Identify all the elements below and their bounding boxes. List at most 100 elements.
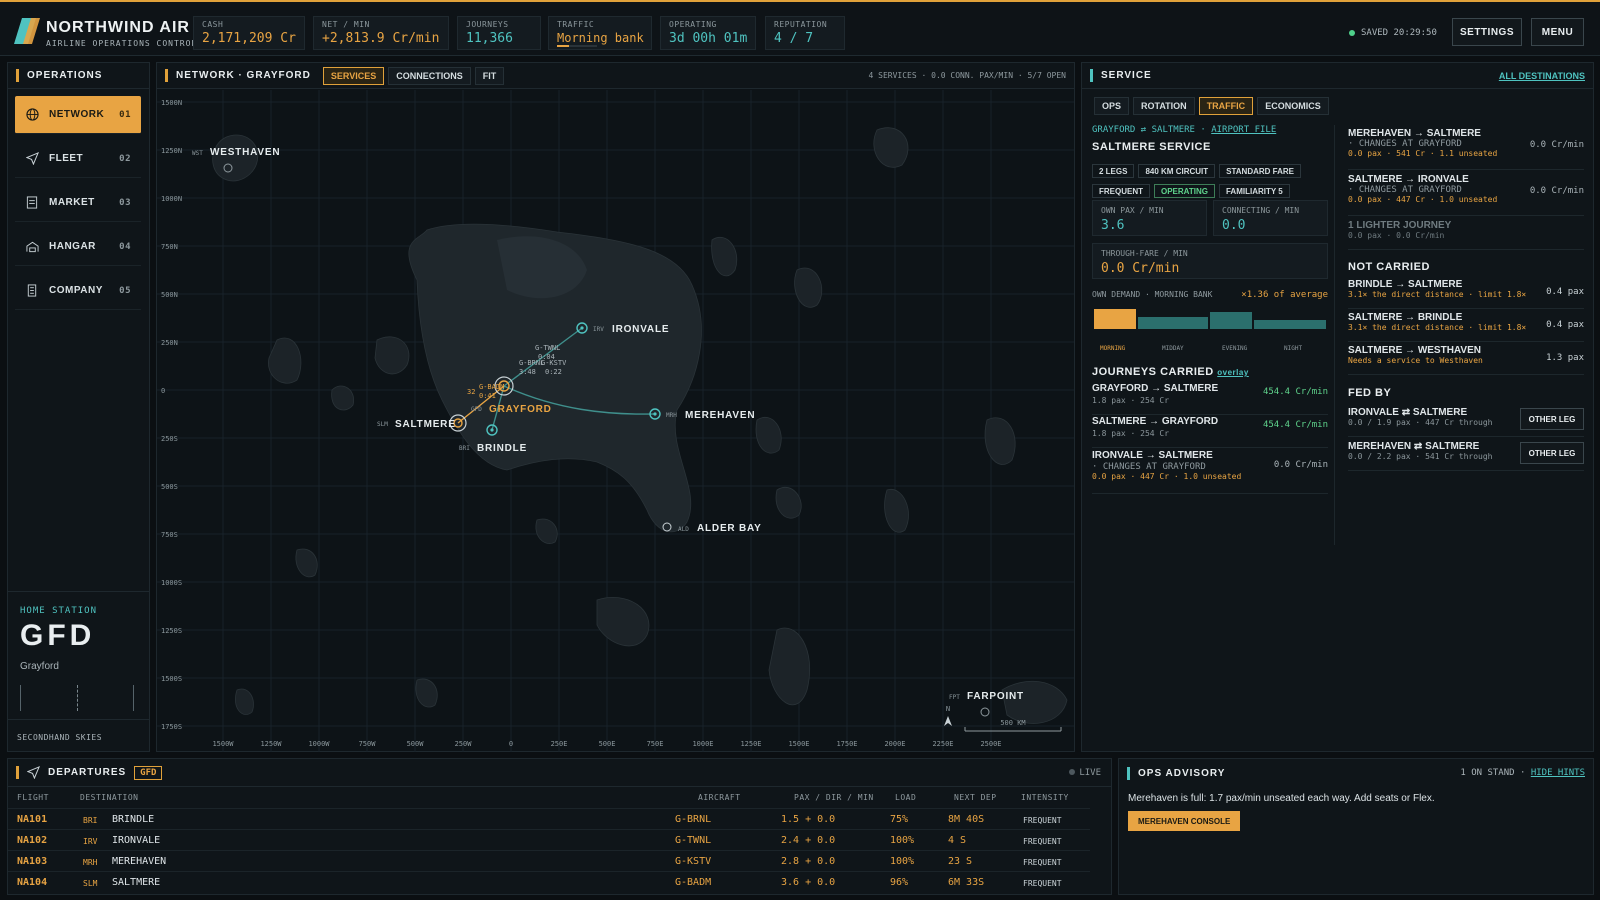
sidebar-item-network[interactable]: NETWORK 01 [15, 96, 141, 134]
sidebar-footer: SECONDHAND SKIES [17, 733, 103, 742]
ops-advisory-panel: OPS ADVISORY 1 ON STAND · HIDE HINTS Mer… [1118, 758, 1594, 895]
not-carried-row[interactable]: SALTMERE → WESTHAVEN Needs a service to … [1348, 345, 1584, 375]
home-station-code: GFD [20, 619, 96, 652]
y-tick: 1750S [161, 723, 182, 731]
tab-connections[interactable]: CONNECTIONS [388, 66, 471, 85]
column-header-destination: DESTINATION [80, 793, 139, 802]
stat-net-per-min: NET / MIN +2,813.9 Cr/min [313, 16, 449, 50]
departures-icon [27, 766, 40, 779]
other-leg-button[interactable]: OTHER LEG [1520, 408, 1584, 430]
hangar-icon [25, 240, 39, 254]
demand-bar-night [1254, 320, 1326, 329]
tab-rotation[interactable]: ROTATION [1133, 97, 1195, 115]
not-carried-row[interactable]: BRINDLE → SALTMERE 3.1× the direct dista… [1348, 279, 1584, 309]
x-tick: 750E [647, 740, 664, 748]
journey-row[interactable]: GRAYFORD → SALTMERE 1.8 pax · 254 Cr 454… [1092, 383, 1328, 415]
x-tick: 0 [509, 740, 513, 748]
y-tick: 750N [161, 243, 178, 251]
stat-reputation: REPUTATION 4 / 7 [765, 16, 845, 50]
x-axis-ticks: 1500W 1250W 1000W 750W 500W 250W 0 250E … [212, 740, 1001, 748]
all-destinations-link[interactable]: ALL DESTINATIONS [1499, 71, 1585, 81]
demand-bar-morning [1094, 309, 1136, 329]
operations-title: OPERATIONS [27, 70, 103, 81]
traffic-progress-bar [557, 45, 597, 47]
airport-label-ironvale[interactable]: IRONVALE [612, 324, 669, 335]
airport-label-farpoint[interactable]: FARPOINT [967, 691, 1024, 702]
tab-traffic[interactable]: TRAFFIC [1198, 97, 1254, 115]
flight-tag-time: 0:22 [545, 368, 562, 376]
tag-fare: STANDARD FARE [1219, 164, 1301, 178]
fed-by-row: IRONVALE ⇄ SALTMERE 0.0 / 1.9 pax · 447 … [1348, 405, 1584, 437]
y-tick: 500N [161, 291, 178, 299]
stat-operating: OPERATING 3d 00h 01m [660, 16, 756, 50]
airport-code-mrh: MRH [666, 412, 677, 419]
network-summary: 4 SERVICES · 0.0 CONN. PAX/MIN · 5/7 OPE… [868, 71, 1066, 80]
fed-by-row: MEREHAVEN ⇄ SALTMERE 0.0 / 2.2 pax · 541… [1348, 439, 1584, 471]
advisory-message: Merehaven is full: 1.7 pax/min unseated … [1128, 793, 1435, 804]
airport-code-fpt: FPT [949, 694, 960, 701]
network-map[interactable]: WST WESTHAVEN IRV IRONVALE MRH MEREHAVEN… [157, 90, 1074, 752]
not-carried-row[interactable]: SALTMERE → BRINDLE 3.1× the direct dista… [1348, 312, 1584, 342]
tag-familiarity: FAMILIARITY 5 [1218, 184, 1290, 198]
x-tick: 500E [599, 740, 616, 748]
y-tick: 250S [161, 435, 178, 443]
y-tick: 750S [161, 531, 178, 539]
airport-label-saltmere[interactable]: SALTMERE [395, 419, 456, 430]
airport-label-grayford[interactable]: GRAYFORD [489, 404, 552, 415]
table-row[interactable]: NA102 IRV IRONVALE G-TWNL 2.4 + 0.0 100%… [8, 829, 1090, 850]
flight-tag-badm: G-BADM [479, 383, 504, 391]
advisory-status: 1 ON STAND · HIDE HINTS [1460, 768, 1585, 778]
airport-label-merehaven[interactable]: MEREHAVEN [685, 410, 755, 421]
overlay-link[interactable]: overlay [1217, 368, 1249, 377]
y-tick: 1500N [161, 99, 182, 107]
tab-ops[interactable]: OPS [1094, 97, 1130, 115]
live-indicator: LIVE [1069, 768, 1101, 778]
hide-hints-link[interactable]: HIDE HINTS [1531, 768, 1585, 778]
tab-economics[interactable]: ECONOMICS [1257, 97, 1329, 115]
x-tick: 1000E [692, 740, 713, 748]
other-leg-button[interactable]: OTHER LEG [1520, 442, 1584, 464]
x-tick: 1250W [260, 740, 282, 748]
service-name: SALTMERE SERVICE [1092, 141, 1211, 153]
column-header-load: LOAD [895, 793, 917, 802]
airport-code-ald: ALD [678, 526, 689, 533]
x-tick: 2250E [932, 740, 953, 748]
lighter-journey[interactable]: 1 LIGHTER JOURNEY 0.0 pax · 0.0 Cr/min [1348, 220, 1584, 250]
column-header-aircraft: AIRCRAFT [698, 793, 741, 802]
journey-row[interactable]: SALTMERE → GRAYFORD 1.8 pax · 254 Cr 454… [1092, 416, 1328, 448]
sidebar-item-hangar[interactable]: HANGAR 04 [15, 228, 141, 266]
sidebar-item-fleet[interactable]: FLEET 02 [15, 140, 141, 178]
x-tick: 2500E [980, 740, 1001, 748]
table-row[interactable]: NA104 SLM SALTMERE G-BADM 3.6 + 0.0 96% … [8, 871, 1090, 892]
tab-services[interactable]: SERVICES [322, 66, 385, 85]
x-tick: 750W [359, 740, 377, 748]
departures-panel: DEPARTURES GFD LIVE FLIGHT DESTINATION A… [7, 758, 1112, 895]
airport-label-brindle[interactable]: BRINDLE [477, 443, 527, 454]
airport-file-link[interactable]: AIRPORT FILE [1211, 125, 1276, 135]
tab-fit[interactable]: FIT [474, 66, 505, 85]
settings-button[interactable]: SETTINGS [1452, 18, 1522, 46]
service-panel: SERVICE ALL DESTINATIONS OPS ROTATION TR… [1081, 62, 1594, 752]
logo-icon [14, 18, 40, 44]
airport-label-alder-bay[interactable]: ALDER BAY [697, 523, 762, 534]
globe-icon [25, 108, 39, 122]
table-row[interactable]: NA101 BRI BRINDLE G-BRNL 1.5 + 0.0 75% 8… [8, 808, 1090, 829]
airport-code-irv: IRV [593, 326, 604, 333]
x-tick: 2000E [884, 740, 905, 748]
journey-row[interactable]: IRONVALE → SALTMERE · CHANGES AT GRAYFOR… [1092, 450, 1328, 494]
x-tick: 250E [551, 740, 568, 748]
journey-row[interactable]: MEREHAVEN → SALTMERE · CHANGES AT GRAYFO… [1348, 128, 1584, 170]
advisory-title: OPS ADVISORY [1138, 767, 1226, 779]
sidebar-item-market[interactable]: MARKET 03 [15, 184, 141, 222]
menu-button[interactable]: MENU [1531, 18, 1584, 46]
merehaven-console-button[interactable]: MEREHAVEN CONSOLE [1128, 811, 1241, 831]
document-icon [25, 196, 39, 210]
y-tick: 1250S [161, 627, 182, 635]
airport-label-westhaven[interactable]: WESTHAVEN [210, 147, 280, 158]
column-header-pax: PAX / DIR / MIN [794, 793, 874, 802]
table-row[interactable]: NA103 MRH MEREHAVEN G-KSTV 2.8 + 0.0 100… [8, 850, 1090, 871]
service-title: SERVICE [1101, 70, 1152, 81]
connecting-box: CONNECTING / MIN 0.0 [1213, 200, 1328, 236]
sidebar-item-company[interactable]: COMPANY 05 [15, 272, 141, 310]
journey-row[interactable]: SALTMERE → IRONVALE · CHANGES AT GRAYFOR… [1348, 174, 1584, 216]
